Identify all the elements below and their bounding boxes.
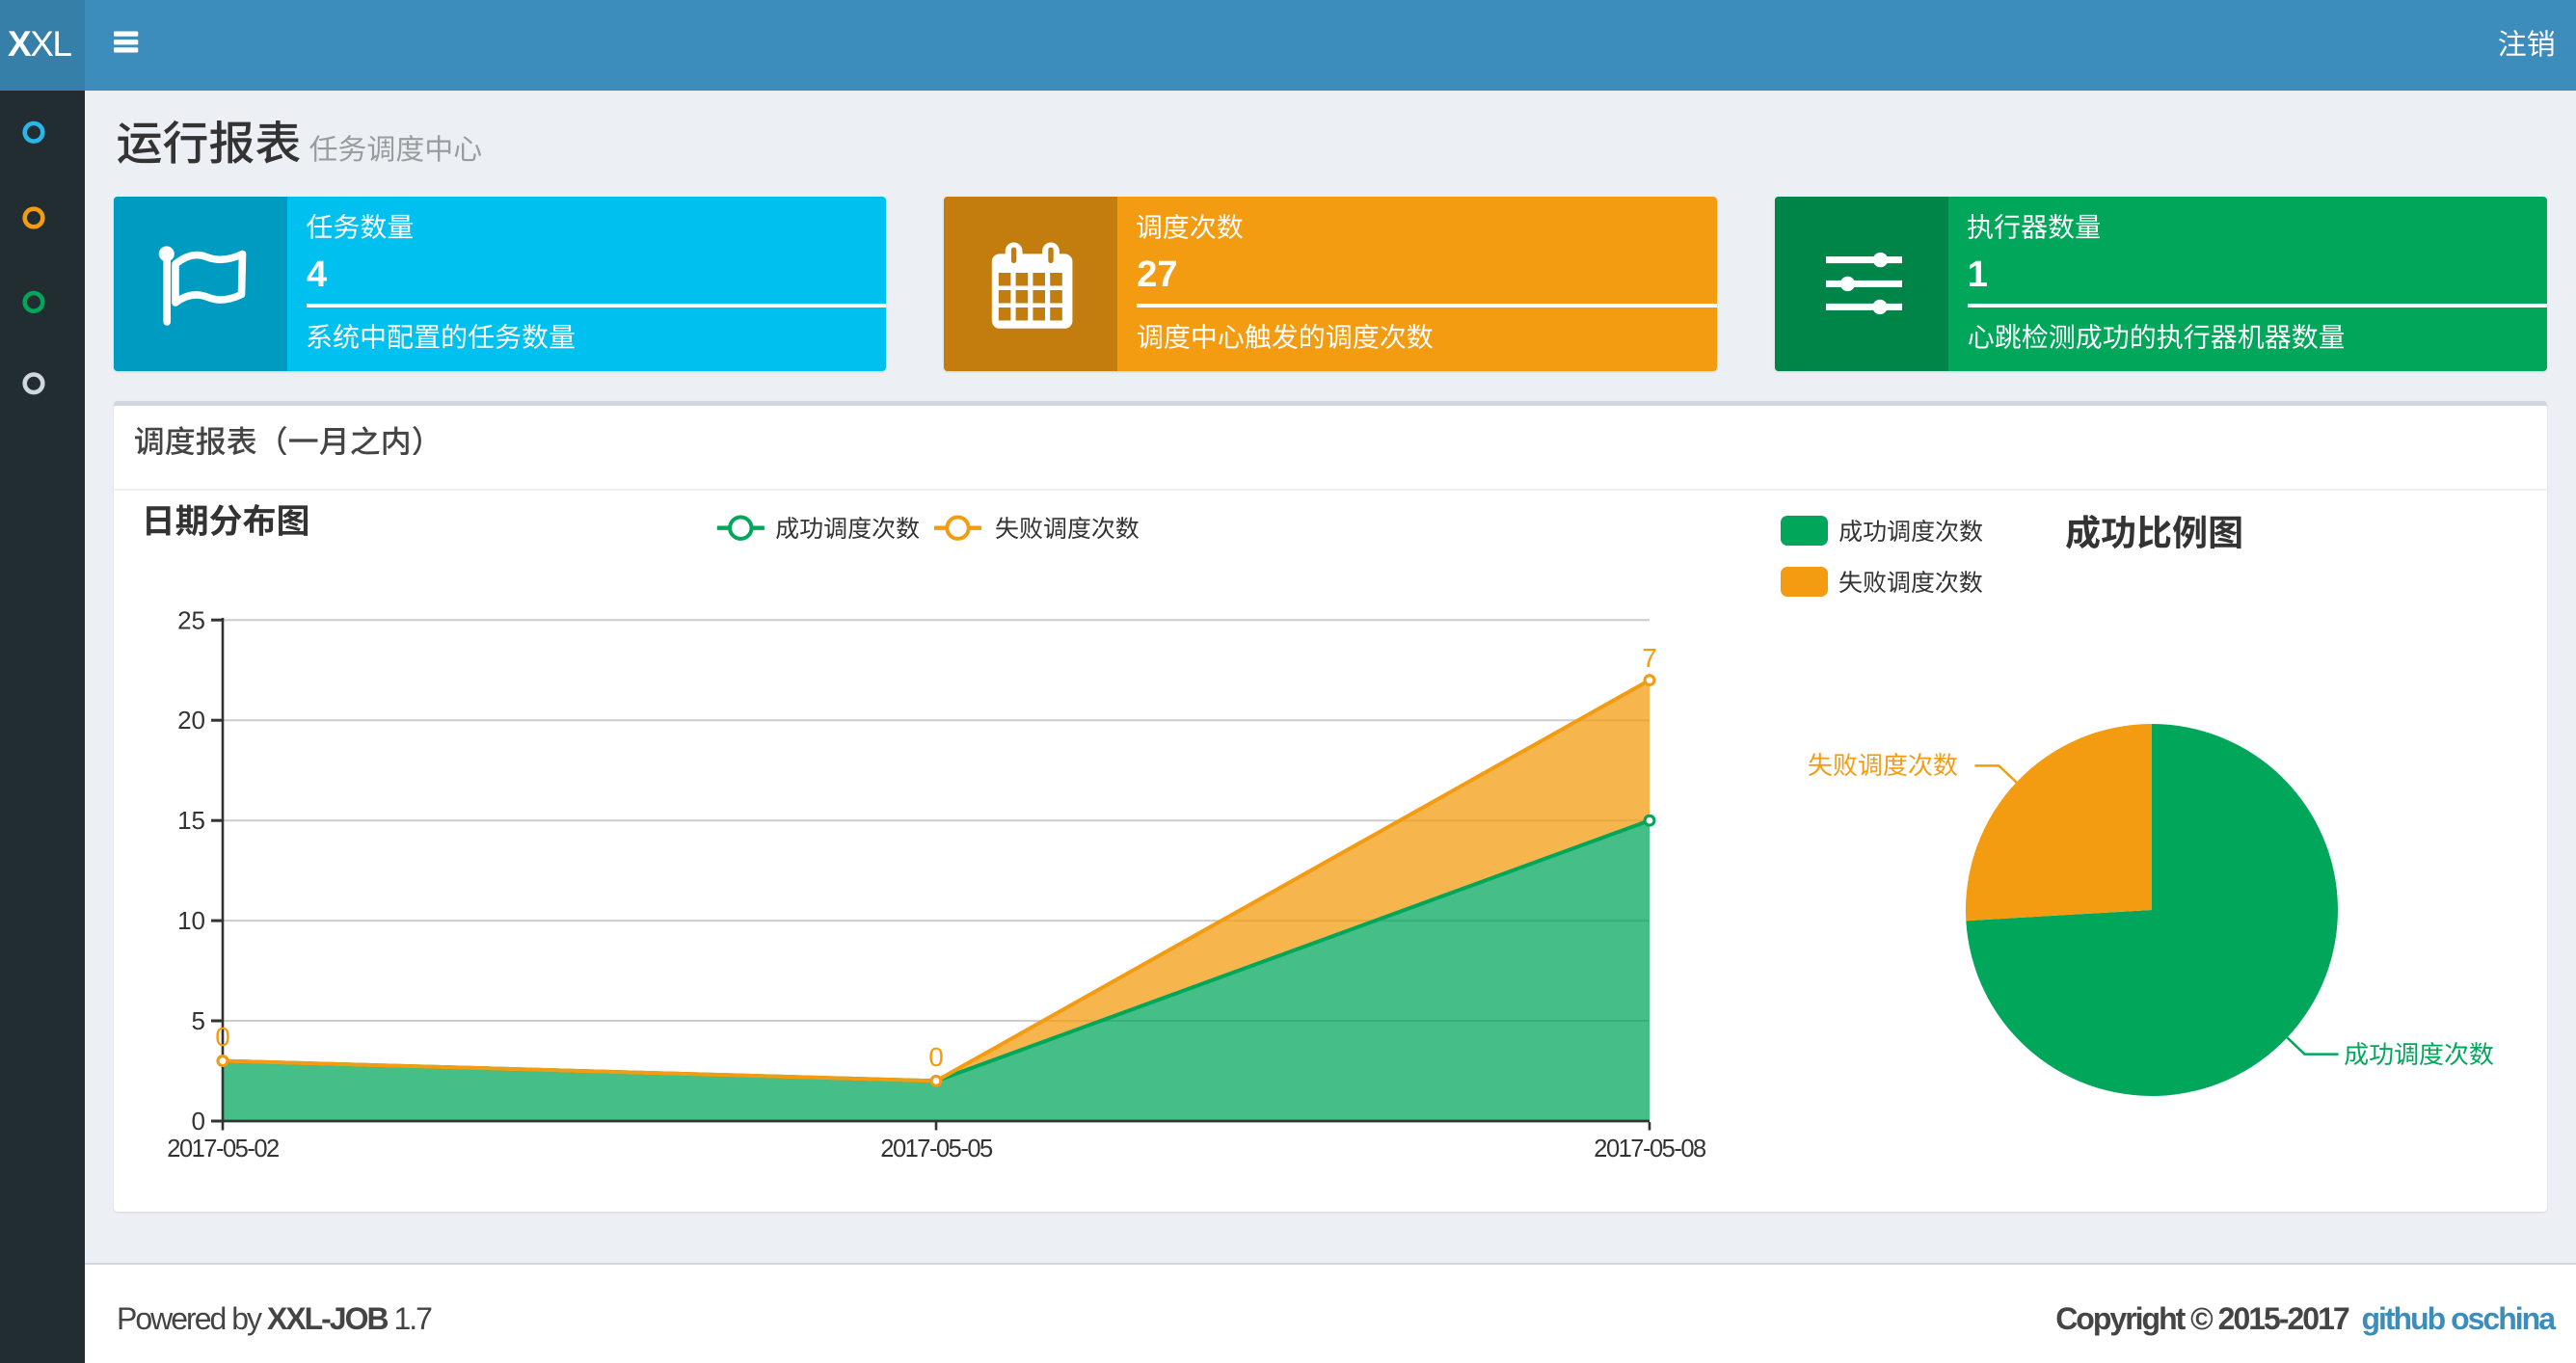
svg-text:20: 20 [177, 706, 205, 735]
svg-text:7: 7 [1642, 643, 1657, 673]
svg-text:0: 0 [215, 1022, 230, 1052]
svg-text:2017-05-02: 2017-05-02 [167, 1136, 279, 1163]
svg-text:0: 0 [192, 1107, 205, 1136]
svg-text:5: 5 [192, 1006, 205, 1035]
svg-text:15: 15 [177, 806, 205, 835]
svg-text:25: 25 [177, 605, 205, 634]
svg-text:2017-05-08: 2017-05-08 [1594, 1136, 1706, 1163]
svg-text:10: 10 [177, 906, 205, 935]
svg-text:0: 0 [928, 1042, 944, 1072]
svg-text:2017-05-05: 2017-05-05 [880, 1136, 993, 1163]
